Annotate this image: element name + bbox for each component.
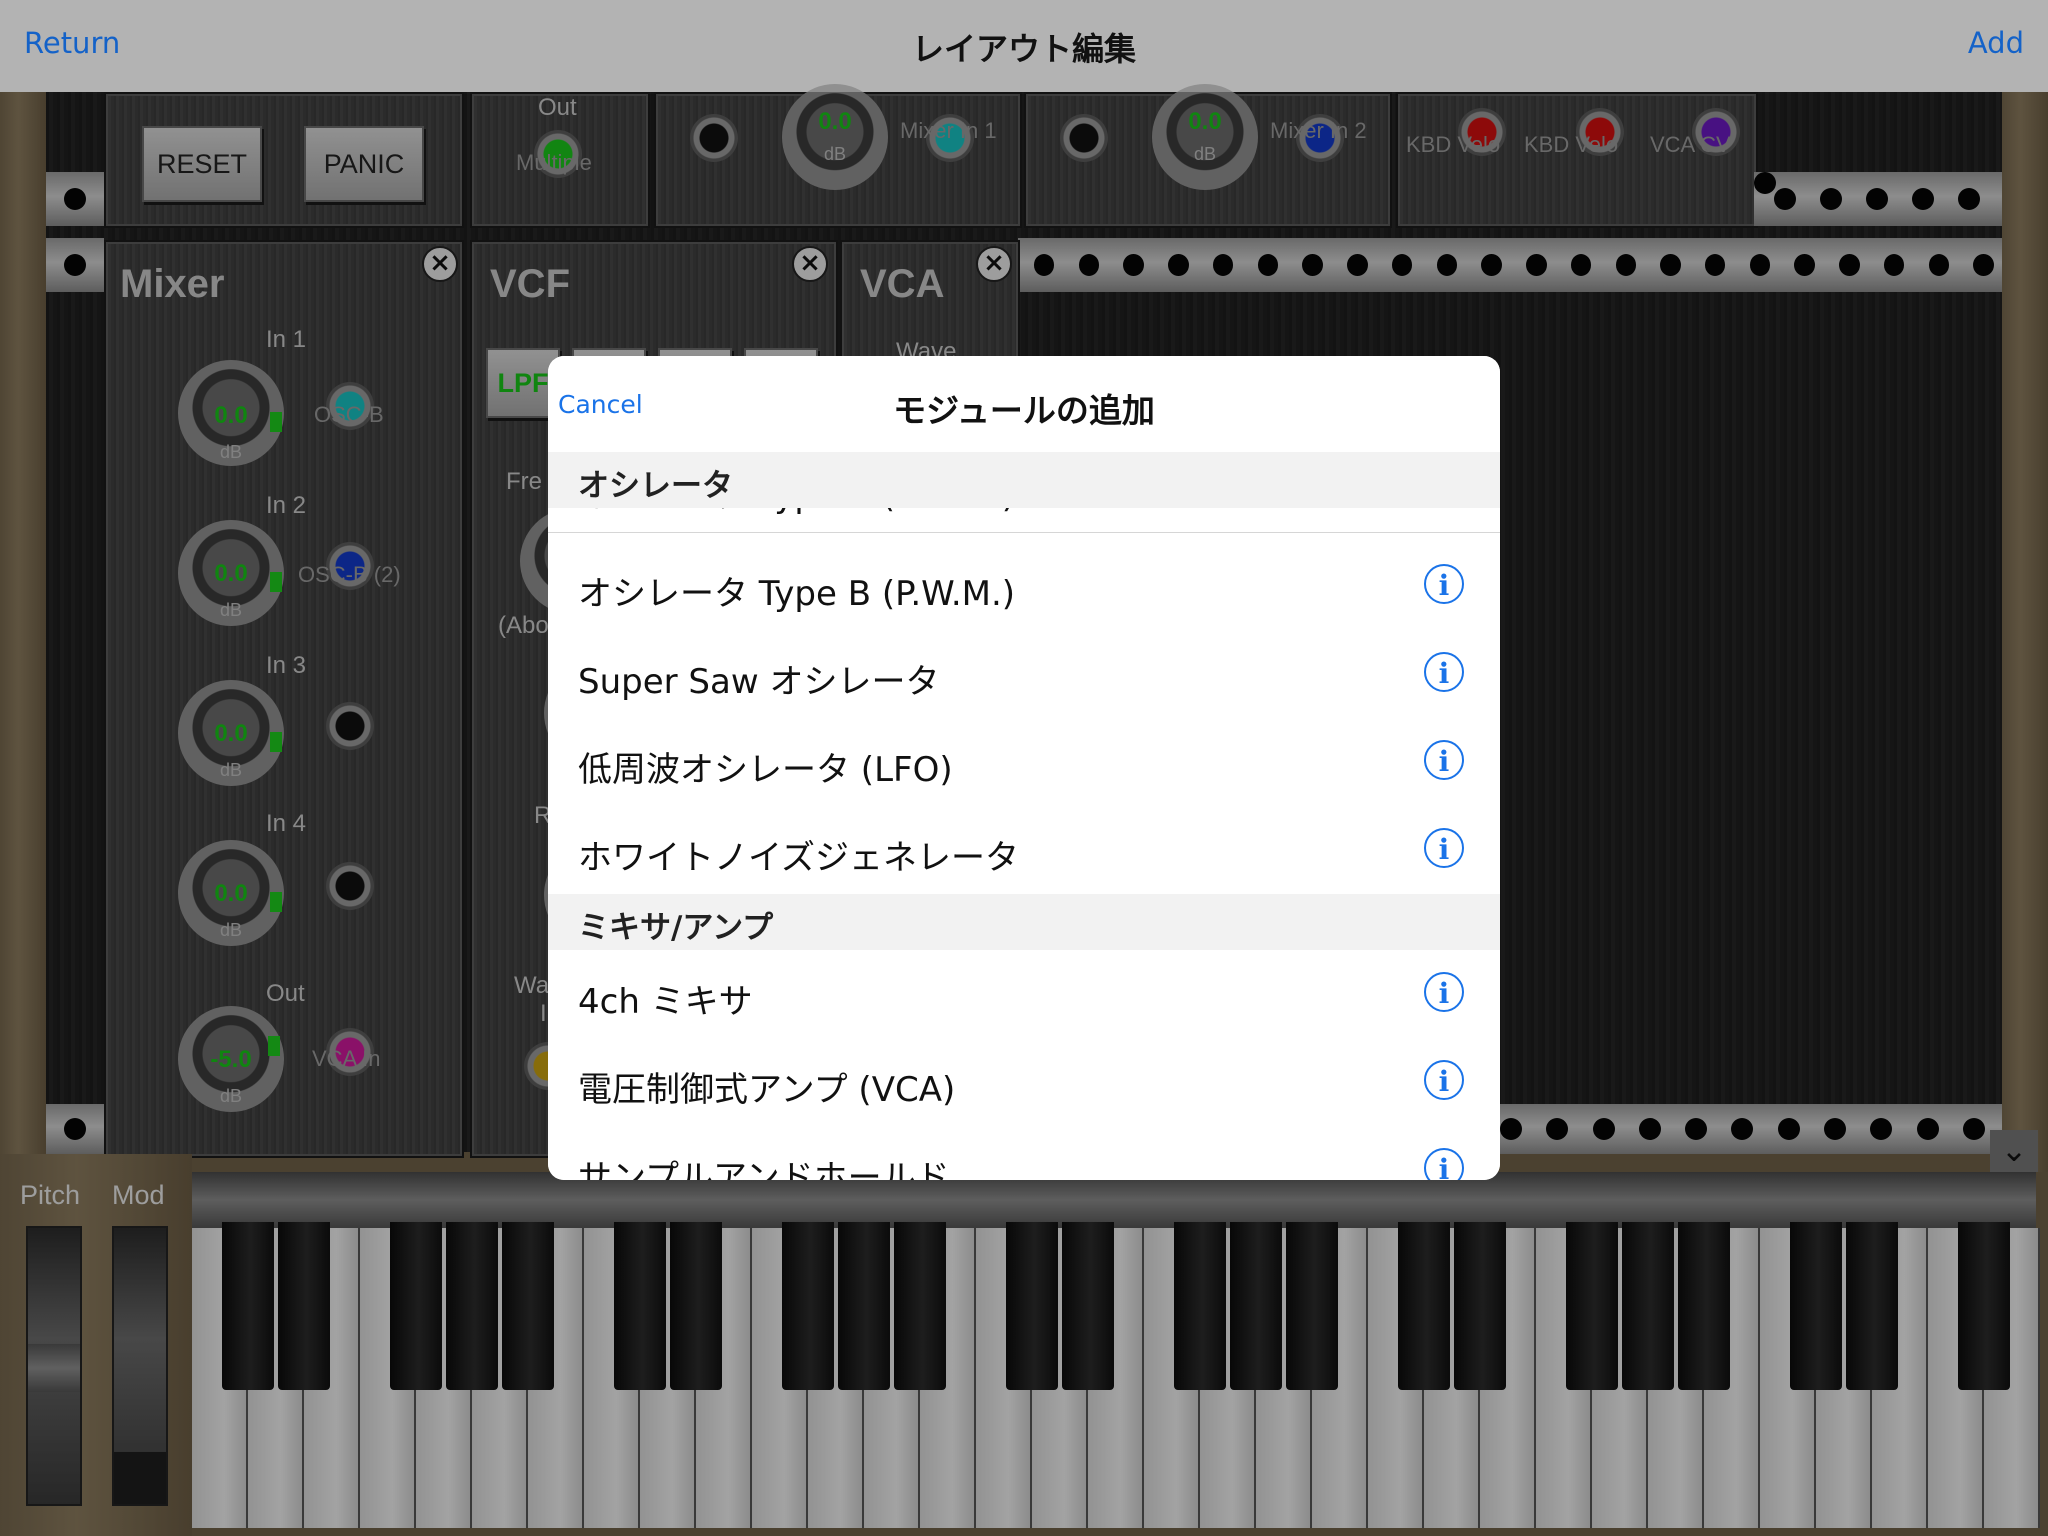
dialog-title: モジュールの追加 (893, 391, 1155, 430)
list-item[interactable]: 低周波オシレータ (LFO) i (548, 718, 1500, 807)
list-item-label: サンプルアンドホールド (578, 1158, 950, 1180)
page-title: レイアウト編集 (911, 30, 1136, 68)
list-item-label: オシレータ Type B (P.W.M.) (578, 574, 1016, 614)
list-item[interactable]: 電圧制御式アンプ (VCA) i (548, 1038, 1500, 1127)
add-module-dialog: Cancel モジュールの追加 オシレータ Type A (P.W.M.) i … (548, 356, 1500, 1180)
navigation-bar: Return レイアウト編集 Add (0, 0, 2048, 93)
dialog-header: Cancel モジュールの追加 (548, 356, 1500, 452)
info-icon[interactable]: i (1424, 1148, 1464, 1180)
info-icon[interactable]: i (1424, 740, 1464, 780)
list-item[interactable]: サンプルアンドホールド i (548, 1126, 1500, 1180)
info-icon[interactable]: i (1424, 652, 1464, 692)
list-item[interactable]: 4ch ミキサ i (548, 950, 1500, 1039)
section-header: ミキサ/アンプ (548, 894, 1500, 950)
list-item-label: 電圧制御式アンプ (VCA) (578, 1070, 956, 1110)
section-header-label: ミキサ/アンプ (578, 910, 774, 946)
info-icon[interactable]: i (1424, 972, 1464, 1012)
list-item[interactable]: Super Saw オシレータ i (548, 630, 1500, 719)
list-item-label: Super Saw オシレータ (578, 662, 940, 702)
section-header: オシレータ (548, 452, 1500, 508)
info-icon[interactable]: i (1424, 1060, 1464, 1100)
section-header-label: オシレータ (578, 468, 733, 504)
info-icon[interactable]: i (1424, 828, 1464, 868)
info-icon[interactable]: i (1424, 564, 1464, 604)
list-item[interactable]: オシレータ Type B (P.W.M.) i (548, 542, 1500, 631)
list-item-label: ホワイトノイズジェネレータ (578, 838, 1019, 878)
list-item-label: 低周波オシレータ (LFO) (578, 750, 953, 790)
list-item-label: 4ch ミキサ (578, 982, 753, 1022)
add-button[interactable]: Add (1968, 26, 2024, 60)
list-item[interactable]: ホワイトノイズジェネレータ i (548, 806, 1500, 894)
